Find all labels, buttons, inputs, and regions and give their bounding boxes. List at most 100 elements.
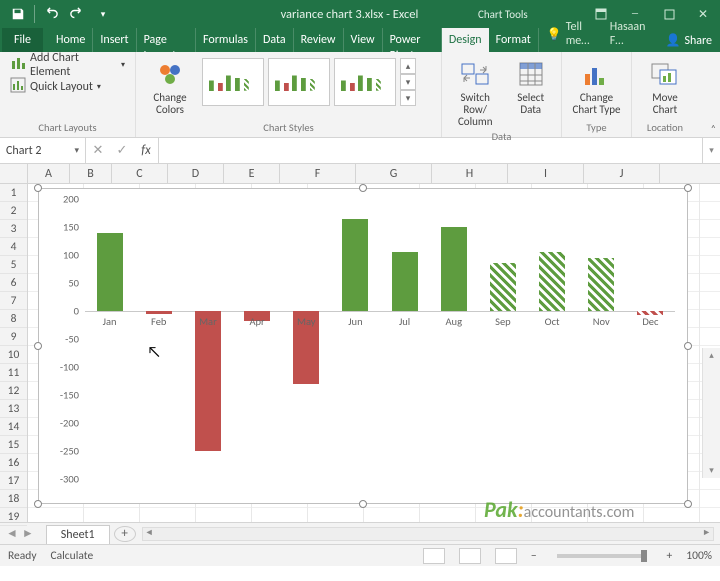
select-data-button[interactable]: Select Data <box>506 54 555 116</box>
chart-bar[interactable] <box>195 311 221 451</box>
column-header[interactable]: H <box>432 164 508 183</box>
close-icon[interactable]: ✕ <box>686 0 720 28</box>
resize-handle[interactable] <box>34 500 42 508</box>
formula-input[interactable] <box>159 138 702 163</box>
redo-icon[interactable] <box>65 2 89 26</box>
resize-handle[interactable] <box>684 184 692 192</box>
chart-bar[interactable] <box>490 263 516 311</box>
chart-bar[interactable] <box>441 227 467 311</box>
prev-sheet-icon[interactable]: ◄ <box>6 526 18 541</box>
resize-handle[interactable] <box>359 184 367 192</box>
row-header[interactable]: 10 <box>0 346 27 364</box>
row-header[interactable]: 18 <box>0 490 27 508</box>
zoom-in-button[interactable]: + <box>667 549 673 563</box>
row-header[interactable]: 4 <box>0 238 27 256</box>
scroll-up-icon[interactable]: ▴ <box>400 58 416 74</box>
tab-home[interactable]: Home <box>49 28 93 52</box>
column-header[interactable]: F <box>280 164 356 183</box>
column-header[interactable]: E <box>224 164 280 183</box>
zoom-slider[interactable] <box>557 554 647 558</box>
move-chart-button[interactable]: Move Chart <box>638 54 692 116</box>
chart-style-1[interactable] <box>202 58 264 106</box>
quick-layout-button[interactable]: Quick Layout ▾ <box>6 76 105 98</box>
row-header[interactable]: 5 <box>0 256 27 274</box>
tab-insert[interactable]: Insert <box>93 28 136 52</box>
normal-view-button[interactable] <box>423 548 445 564</box>
scroll-down-icon[interactable]: ▾ <box>709 465 714 476</box>
chart-style-3[interactable] <box>334 58 396 106</box>
select-all-corner[interactable] <box>0 164 28 183</box>
collapse-ribbon-icon[interactable]: ˄ <box>711 122 716 135</box>
tab-page-layout[interactable]: Page Layout <box>137 28 196 52</box>
column-header[interactable]: D <box>168 164 224 183</box>
enter-icon[interactable]: ✓ <box>110 143 134 158</box>
column-header[interactable]: G <box>356 164 432 183</box>
row-header[interactable]: 15 <box>0 436 27 454</box>
change-chart-type-button[interactable]: Change Chart Type <box>568 54 625 116</box>
scroll-up-icon[interactable]: ▴ <box>709 350 714 361</box>
save-icon[interactable] <box>6 2 30 26</box>
row-header[interactable]: 1 <box>0 184 27 202</box>
vertical-scrollbar[interactable]: ▴▾ <box>702 348 720 478</box>
qat-customize-icon[interactable]: ▾ <box>91 2 115 26</box>
cancel-icon[interactable]: ✕ <box>86 143 110 158</box>
tell-me[interactable]: 💡Tell me… <box>539 16 602 52</box>
next-sheet-icon[interactable]: ► <box>22 526 34 541</box>
column-header[interactable]: J <box>584 164 660 183</box>
horizontal-scrollbar[interactable] <box>142 527 714 541</box>
add-chart-element-button[interactable]: Add Chart Element ▾ <box>6 54 129 76</box>
chart-bar[interactable] <box>97 233 123 311</box>
tab-format[interactable]: Format <box>489 28 539 52</box>
new-sheet-button[interactable]: + <box>114 526 136 542</box>
page-layout-view-button[interactable] <box>459 548 481 564</box>
row-header[interactable]: 8 <box>0 310 27 328</box>
tab-file[interactable]: File <box>2 28 43 52</box>
column-header[interactable]: B <box>70 164 112 183</box>
sheet-tab-active[interactable]: Sheet1 <box>46 525 110 544</box>
tab-view[interactable]: View <box>344 28 383 52</box>
tab-data[interactable]: Data <box>256 28 294 52</box>
column-header[interactable]: I <box>508 164 584 183</box>
tab-formulas[interactable]: Formulas <box>196 28 256 52</box>
expand-formula-bar-icon[interactable]: ▾ <box>702 138 720 163</box>
row-header[interactable]: 7 <box>0 292 27 310</box>
chart-bar[interactable] <box>146 311 172 314</box>
resize-handle[interactable] <box>34 342 42 350</box>
chart-plot-area[interactable]: 200150100500-50-100-150-200-250-300JanFe… <box>85 199 675 479</box>
resize-handle[interactable] <box>684 342 692 350</box>
row-header[interactable]: 13 <box>0 400 27 418</box>
resize-handle[interactable] <box>34 184 42 192</box>
resize-handle[interactable] <box>359 500 367 508</box>
row-header[interactable]: 16 <box>0 454 27 472</box>
cells-area[interactable]: 200150100500-50-100-150-200-250-300JanFe… <box>28 184 720 522</box>
zoom-level[interactable]: 100% <box>686 549 712 563</box>
chart-bar[interactable] <box>392 252 418 311</box>
tab-design[interactable]: Design <box>442 28 489 52</box>
sheet-nav[interactable]: ◄► <box>0 526 40 541</box>
chart-bar[interactable] <box>588 258 614 311</box>
row-header[interactable]: 11 <box>0 364 27 382</box>
row-header[interactable]: 2 <box>0 202 27 220</box>
page-break-view-button[interactable] <box>495 548 517 564</box>
chart-style-2[interactable] <box>268 58 330 106</box>
signed-in-user[interactable]: Hasaan F… <box>602 16 658 52</box>
share-button[interactable]: 👤Share <box>657 29 720 52</box>
switch-row-column-button[interactable]: Switch Row/ Column <box>448 54 502 128</box>
name-box[interactable]: Chart 2 ▾ <box>0 138 86 163</box>
chart-bar[interactable] <box>539 252 565 311</box>
row-header[interactable]: 12 <box>0 382 27 400</box>
change-colors-button[interactable]: Change Colors <box>142 54 198 116</box>
resize-handle[interactable] <box>684 500 692 508</box>
fx-icon[interactable]: fx <box>134 143 158 158</box>
undo-icon[interactable] <box>39 2 63 26</box>
row-header[interactable]: 6 <box>0 274 27 292</box>
gallery-expand-icon[interactable]: ▾ <box>400 90 416 106</box>
row-header[interactable]: 14 <box>0 418 27 436</box>
embedded-chart[interactable]: 200150100500-50-100-150-200-250-300JanFe… <box>38 188 688 504</box>
zoom-out-button[interactable]: − <box>531 549 537 563</box>
tab-power-pivot[interactable]: Power Pivot <box>383 28 442 52</box>
row-header[interactable]: 3 <box>0 220 27 238</box>
row-header[interactable]: 9 <box>0 328 27 346</box>
column-header[interactable]: C <box>112 164 168 183</box>
chevron-down-icon[interactable]: ▾ <box>74 145 79 156</box>
